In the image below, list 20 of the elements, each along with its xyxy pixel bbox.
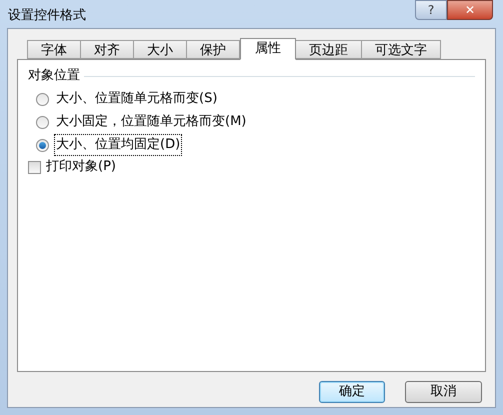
tab[interactable]: 保护 (186, 40, 240, 59)
group-title: 对象位置 (28, 67, 80, 85)
tab[interactable]: 页边距 (295, 40, 362, 59)
tab[interactable]: 对齐 (80, 40, 134, 59)
help-button[interactable]: ? (415, 0, 447, 20)
radio-button[interactable] (36, 92, 49, 106)
checkbox-label: 打印对象(P) (46, 158, 116, 176)
radio-label: 大小、位置随单元格而变(S) (55, 90, 218, 108)
dialog-button[interactable]: 取消 (405, 381, 482, 403)
radio-button[interactable] (36, 138, 49, 152)
dialog-button[interactable]: 确定 (319, 381, 385, 403)
checkbox[interactable] (28, 160, 41, 174)
tab[interactable]: 字体 (27, 40, 81, 59)
radio-label: 大小固定，位置随单元格而变(M) (55, 113, 248, 132)
window-title: 设置控件格式 (8, 7, 86, 25)
tab[interactable]: 属性 (240, 38, 296, 60)
tab[interactable]: 大小 (133, 40, 187, 59)
tab[interactable]: 可选文字 (361, 40, 441, 59)
radio-button[interactable] (36, 116, 49, 128)
radio-label: 大小、位置均固定(D) (54, 134, 182, 156)
